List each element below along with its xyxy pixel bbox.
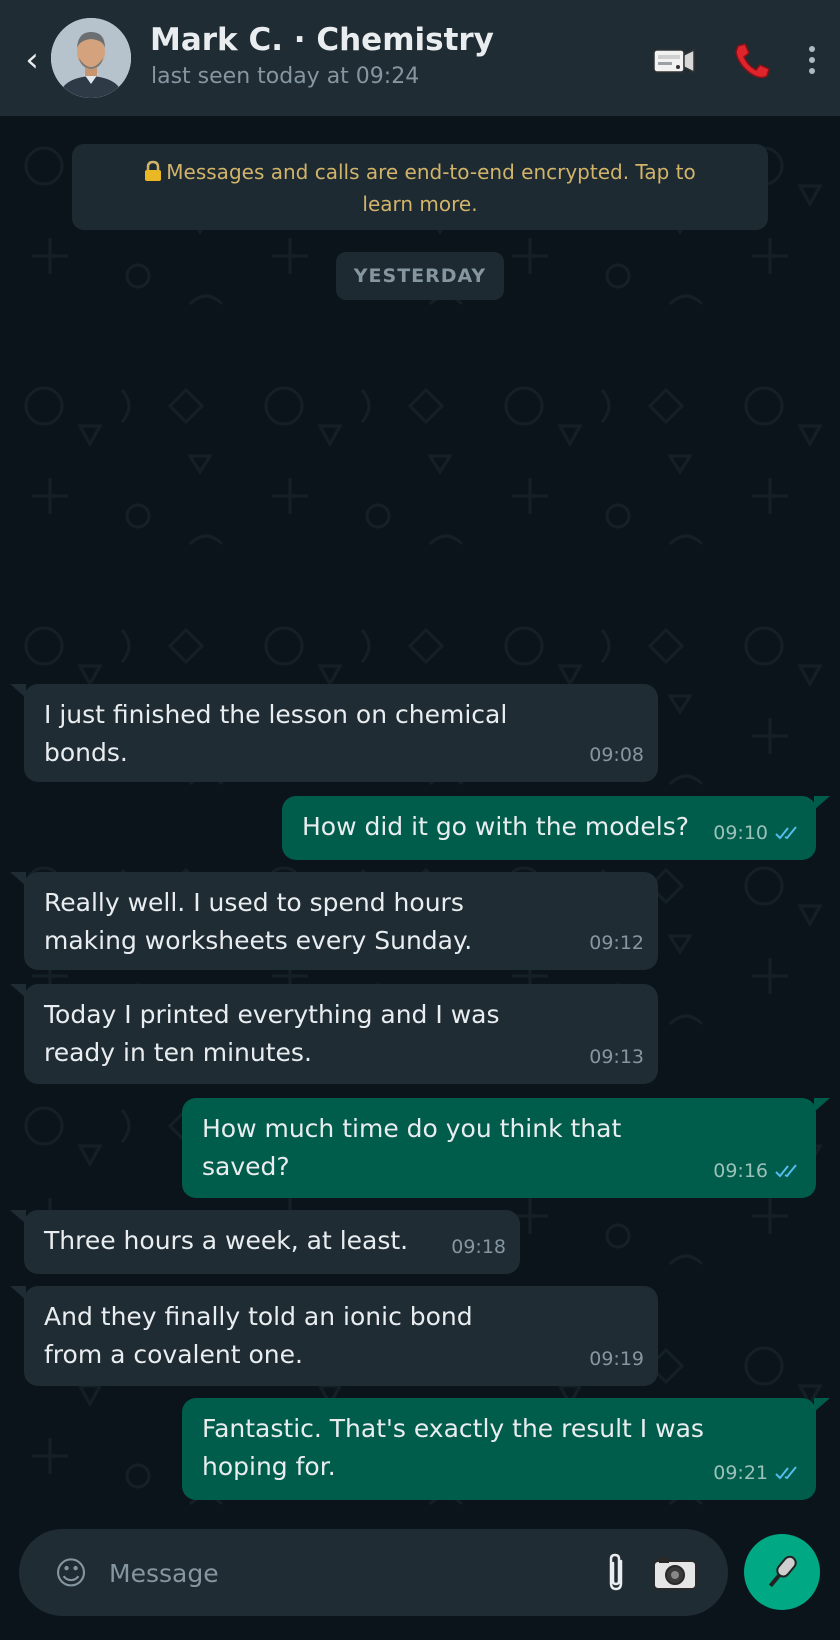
- message-incoming[interactable]: Really well. I used to spend hours makin…: [10, 872, 658, 970]
- message-text: How much time do you think that saved?: [202, 1114, 622, 1181]
- message-text: Three hours a week, at least.: [44, 1226, 409, 1255]
- contact-name[interactable]: Mark C. · Chemistry: [150, 22, 494, 58]
- message-list[interactable]: Messages and calls are end-to-end encryp…: [0, 116, 840, 1530]
- message-text: Really well. I used to spend hours makin…: [44, 888, 473, 955]
- message-text: I just finished the lesson on chemical b…: [44, 700, 508, 767]
- message-composer: ☺: [19, 1529, 728, 1616]
- camera-icon[interactable]: [651, 1551, 699, 1593]
- back-icon[interactable]: ‹: [20, 40, 44, 80]
- message-text: Fantastic. That's exactly the result I w…: [202, 1414, 704, 1481]
- message-timestamp: 09:10: [713, 814, 802, 852]
- message-text: And they finally told an ionic bond from…: [44, 1302, 473, 1369]
- date-separator: YESTERDAY: [336, 252, 504, 300]
- last-seen-status: last seen today at 09:24: [151, 64, 420, 89]
- message-timestamp: 09:18: [451, 1236, 506, 1258]
- read-receipt-icon: [774, 1162, 802, 1180]
- message-incoming[interactable]: And they finally told an ionic bond from…: [10, 1286, 658, 1386]
- microphone-button[interactable]: [744, 1534, 820, 1610]
- message-incoming[interactable]: I just finished the lesson on chemical b…: [10, 684, 658, 782]
- paperclip-icon[interactable]: [603, 1551, 631, 1595]
- emoji-icon[interactable]: ☺: [51, 1553, 91, 1593]
- message-outgoing[interactable]: How much time do you think that saved? 0…: [182, 1098, 830, 1198]
- message-outgoing[interactable]: How did it go with the models? 09:10: [282, 796, 830, 860]
- message-incoming[interactable]: Three hours a week, at least. 09:18: [10, 1210, 520, 1274]
- avatar-image: [51, 18, 131, 98]
- read-receipt-icon: [774, 824, 802, 842]
- message-timestamp: 09:08: [589, 744, 644, 766]
- avatar[interactable]: [51, 18, 131, 98]
- encryption-notice[interactable]: Messages and calls are end-to-end encryp…: [72, 144, 768, 230]
- message-input[interactable]: [107, 1547, 571, 1599]
- message-timestamp: 09:13: [589, 1046, 644, 1068]
- message-timestamp: 09:12: [589, 932, 644, 954]
- message-text: Today I printed everything and I was rea…: [44, 1000, 500, 1067]
- microphone-icon: [768, 1555, 797, 1588]
- message-incoming[interactable]: Today I printed everything and I was rea…: [10, 984, 658, 1084]
- chat-screen: ‹ Mark C. · Chemistry last seen today at…: [0, 0, 840, 1640]
- lock-icon: [144, 156, 162, 188]
- chat-header: ‹ Mark C. · Chemistry last seen today at…: [0, 0, 840, 116]
- phone-icon[interactable]: [730, 40, 774, 80]
- message-outgoing[interactable]: Fantastic. That's exactly the result I w…: [182, 1398, 830, 1500]
- message-timestamp: 09:16: [713, 1152, 802, 1190]
- more-options-icon[interactable]: [797, 40, 827, 80]
- read-receipt-icon: [774, 1464, 802, 1482]
- video-icon[interactable]: [652, 40, 696, 80]
- message-timestamp: 09:19: [589, 1348, 644, 1370]
- message-timestamp: 09:21: [713, 1454, 802, 1492]
- encryption-notice-text: Messages and calls are end-to-end encryp…: [166, 160, 696, 216]
- message-text: How did it go with the models?: [302, 812, 690, 841]
